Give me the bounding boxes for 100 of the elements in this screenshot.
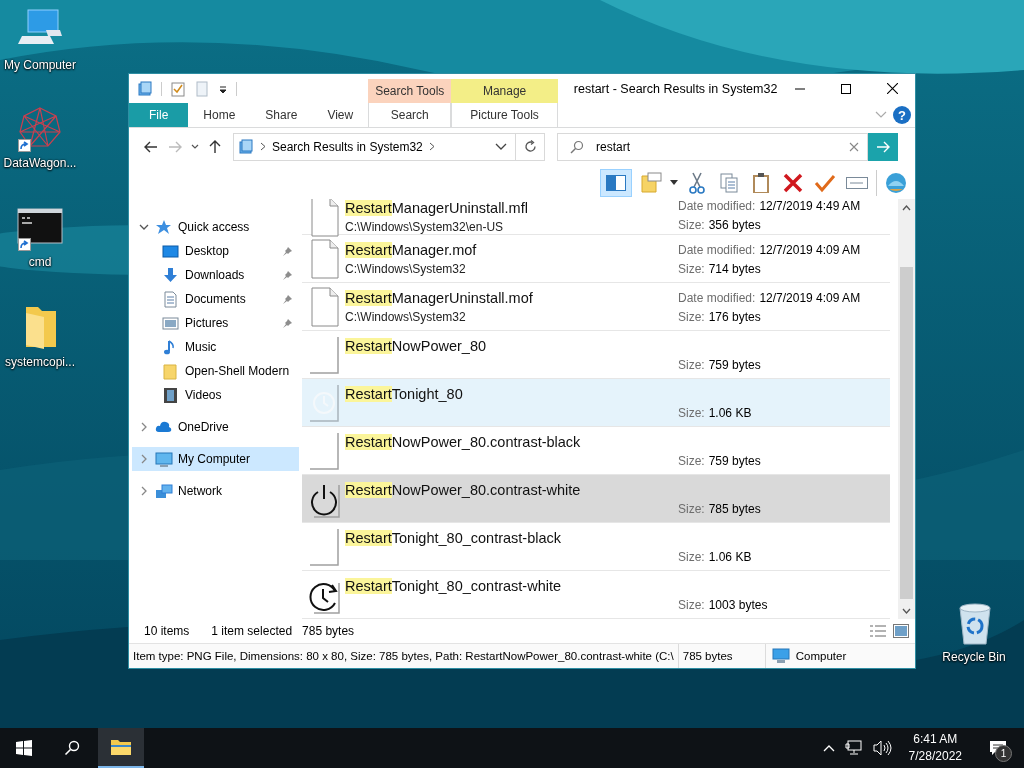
nav-item[interactable]: Documents [132,287,299,312]
arrow-right-icon [876,140,890,153]
properties-check-icon[interactable] [170,80,186,97]
file-row[interactable]: RestartTonight_80 Size: 1.06 KB [302,379,890,428]
file-name: RestartManagerUninstall.mfl [345,199,529,218]
size-value: 759 bytes [708,454,761,469]
file-row[interactable]: RestartManagerUninstall.mof C:\Windows\System32 Date modified: 12/7/2019 4:09 AM Size: 176 bytes [302,283,890,332]
selection-count: 1 item selected [211,624,293,639]
tool-group-header: Search Tools [368,79,452,103]
size-value: 1003 bytes [708,598,768,613]
windows-logo-icon [16,740,32,756]
size-label: Size: [678,218,705,233]
scrollbar[interactable] [898,199,915,620]
help-button[interactable]: ? [893,106,911,124]
size-label: Size: [678,358,705,373]
refresh-button[interactable] [516,132,545,161]
checkmark-icon [814,172,836,193]
chevron-right-icon[interactable] [139,486,149,497]
ribbon-tab[interactable]: Home [188,103,251,127]
network-icon [155,482,173,500]
rename-field-icon [846,174,868,191]
nav-item[interactable]: Pictures [132,311,299,336]
notifications-button[interactable]: 1 [978,728,1018,768]
clock-time[interactable]: 6:41 AM [913,731,958,748]
size-label: Size: [678,550,705,565]
download-arrow-icon [162,266,180,284]
size-label: Size: [678,502,705,517]
chevron-right-icon[interactable] [139,422,149,433]
nav-item[interactable]: Open-Shell Modern [132,359,299,384]
pane-icon [606,174,626,191]
desktop-icon-label[interactable]: DataWagon... [3,156,77,170]
computer-icon [155,450,173,468]
breadcrumb-chevron-icon [428,142,435,152]
size-value: 176 bytes [708,310,761,325]
chevron-right-icon[interactable] [139,454,149,465]
chevron-up-icon[interactable] [822,744,835,752]
document-icon [308,286,342,327]
search-box[interactable]: restart [557,132,868,161]
ribbon-tab[interactable]: Search [368,103,452,127]
pin-icon[interactable] [282,317,293,329]
search-folder-icon [238,138,254,155]
network-icon[interactable] [844,740,863,756]
folder-icon [110,738,132,756]
clock-date[interactable]: 7/28/2022 [908,748,962,765]
close-icon [886,83,898,94]
speaker-icon[interactable] [872,740,893,756]
scroll-up-icon[interactable] [902,204,911,211]
go-button[interactable] [868,132,898,161]
nav-item[interactable]: Desktop [132,239,299,264]
desktop-icon-label[interactable]: Recycle Bin [942,650,1006,664]
back-arrow-icon [144,140,158,153]
selection-size: 785 bytes [302,624,355,639]
large-icons-view-icon[interactable] [893,624,909,639]
shell-icon [885,171,907,194]
size-label: Size: [678,454,705,469]
clipboard-icon [751,171,771,194]
search-field[interactable]: restart [596,139,837,154]
pin-icon[interactable] [282,293,293,305]
size-value: 759 bytes [708,358,761,373]
notification-count: 1 [995,745,1012,762]
nav-item[interactable]: Music [132,335,299,360]
nav-item[interactable]: Videos [132,383,299,408]
date-label: Date modified: [678,243,756,258]
clear-icon[interactable] [849,141,859,152]
dropdown-chevron-icon[interactable] [495,142,507,151]
address-bar[interactable]: Search Results in System32 [233,132,516,161]
desktop-icon-label[interactable]: My Computer [4,58,76,72]
scroll-thumb[interactable] [900,267,913,600]
ribbon-tab[interactable]: View [312,103,369,127]
nav-item[interactable]: Quick access [132,215,299,240]
document-icon [308,238,342,279]
desktop-folder-icon [162,242,180,260]
file-path: C:\Windows\System32\en-US [345,220,505,235]
nav-item[interactable]: Network [132,479,299,504]
expand-ribbon-icon[interactable] [875,111,887,119]
file-row[interactable]: RestartManager.mof C:\Windows\System32 Date modified: 12/7/2019 4:09 AM Size: 714 bytes [302,235,890,284]
file-name: RestartNowPower_80 [345,337,488,356]
file-explorer-button[interactable] [98,728,144,768]
pin-icon[interactable] [282,245,293,257]
desktop-icon-label[interactable]: systemcopi... [5,355,75,369]
preview-pane-button[interactable] [600,168,632,197]
desktop-icon-label[interactable]: cmd [28,255,52,269]
nav-item[interactable]: OneDrive [132,415,299,440]
ribbon-tab[interactable]: Share [250,103,313,127]
folder-stack-icon[interactable] [137,80,153,97]
file-row[interactable]: RestartManagerUninstall.mfl C:\Windows\System32\en-US Date modified: 12/7/2019 4:49 AM Size: 356 bytes [302,199,890,236]
details-location: Computer [795,650,847,663]
tool-group-header: Manage [451,79,558,103]
dropdown-caret-icon[interactable] [670,179,678,186]
breadcrumb-chevron-icon [260,142,266,152]
file-row[interactable]: RestartTonight_80_contrast-white Size: 1003 bytes [302,571,890,620]
nav-item[interactable]: My Computer [132,447,299,472]
size-label: Size: [678,598,705,613]
nav-item[interactable]: Downloads [132,263,299,288]
file-row[interactable]: RestartTonight_80_contrast-black Size: 1.06 KB [302,523,890,572]
computer-icon [771,648,790,665]
scroll-down-icon[interactable] [902,607,911,614]
file-row[interactable]: RestartNowPower_80.contrast-white Size: 785 bytes [302,475,890,524]
pin-icon[interactable] [282,269,293,281]
ribbon-tab[interactable]: Picture Tools [451,103,558,127]
